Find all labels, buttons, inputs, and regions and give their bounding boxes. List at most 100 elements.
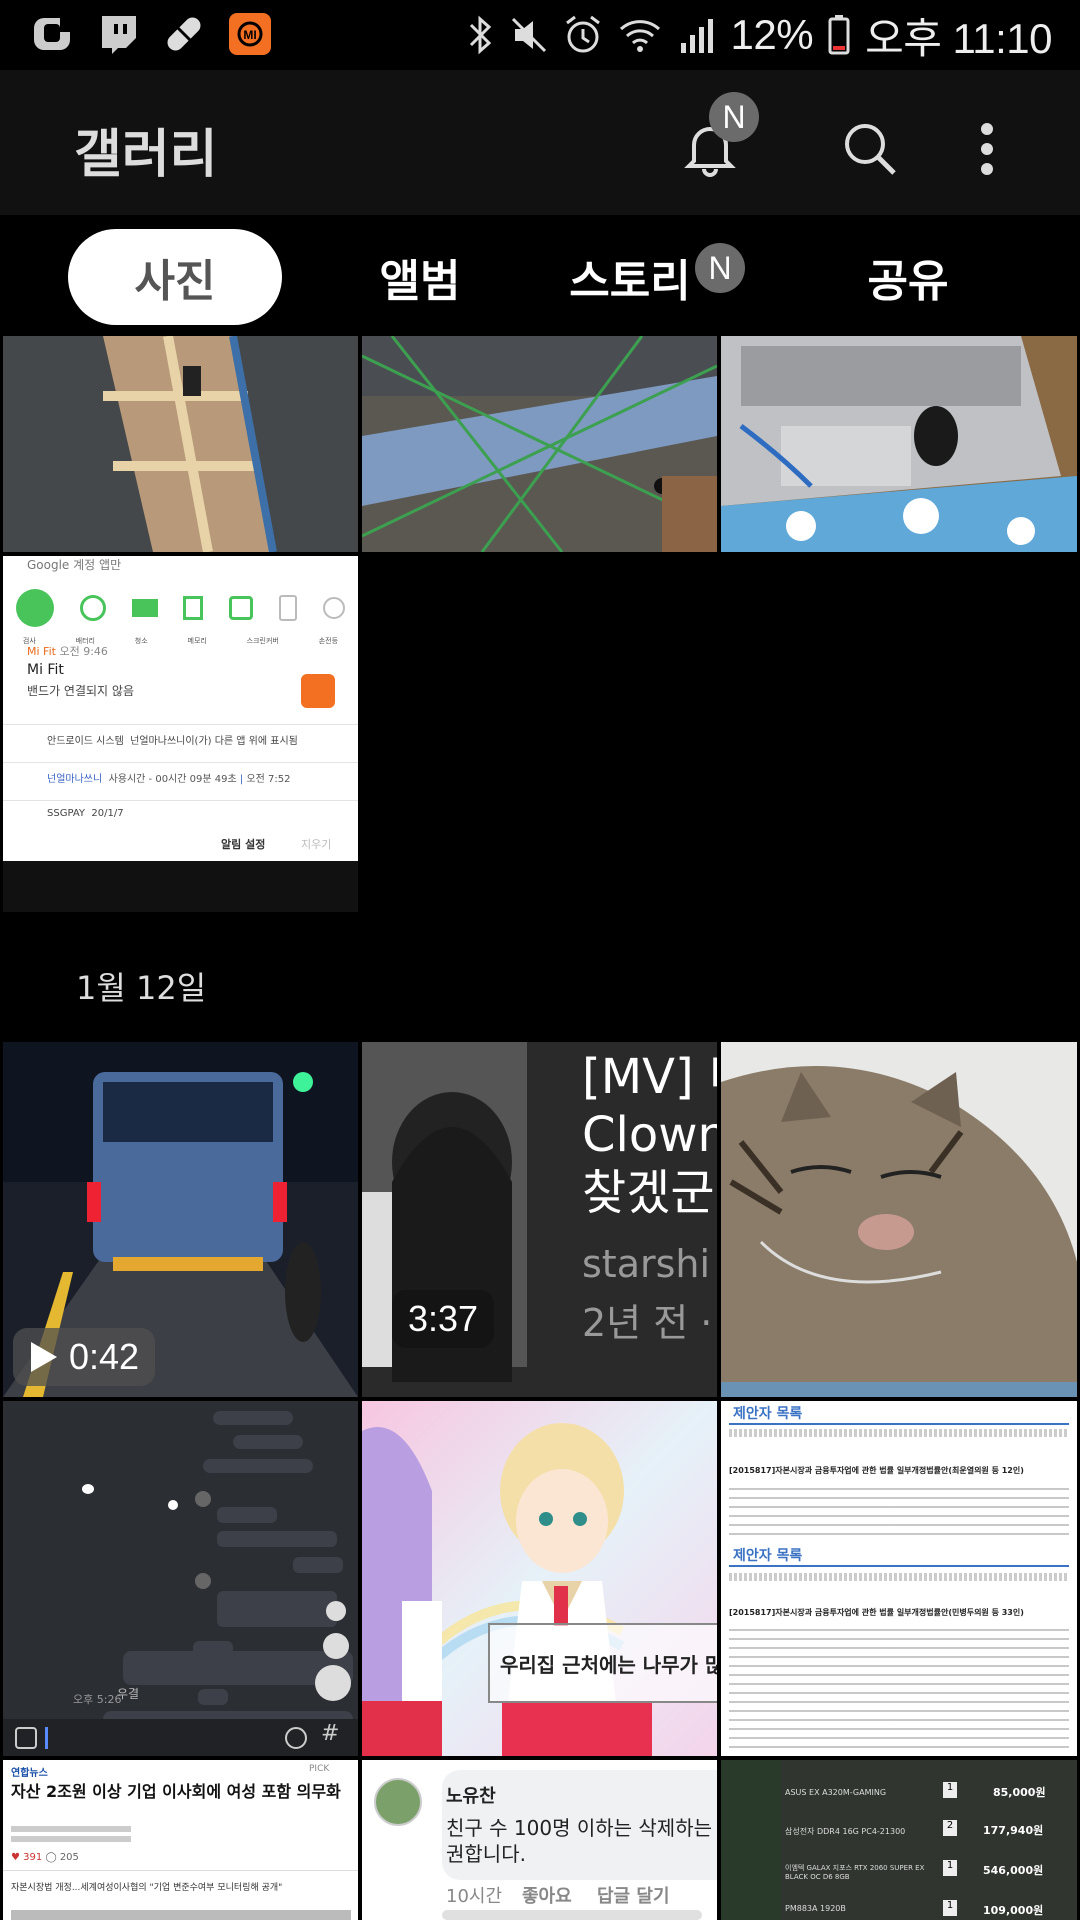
mv-title: [MV] 다 Clown 찾겠군 [582,1049,717,1221]
quick-tool-label: 메모리 [187,637,207,645]
battery-icon [828,15,850,55]
hash-icon: # [321,1721,340,1746]
screenshot-thumbnail[interactable]: 연합뉴스 PICK 자산 2조원 이상 기업 이사회에 여성 포함 의무화 ♥ … [3,1760,358,1920]
battery-percent: 12% [730,11,814,58]
notification-badge: N [709,92,759,142]
photo-thumbnail[interactable] [362,336,717,552]
notif-row-ssgpay: SSGPAY 20/1/7 [47,808,124,819]
notifications-button[interactable]: N [675,92,759,184]
alarm-icon [565,15,600,53]
quick-tool-label: 배터리 [75,637,95,645]
news-likes: ♥ 391 ◯ 205 [11,1852,79,1863]
shop-price: 546,000원 [983,1864,1044,1877]
add-icon [15,1727,37,1749]
tab-sharing[interactable]: 공유 [808,229,1008,325]
clock: 오후 11:10 [865,14,1052,62]
photo-thumbnail[interactable]: 우리집 근처에는 나무가 많아 [362,1401,717,1756]
doc-subheading: [2015817]자본시장과 금융투자업에 관한 법률 일부개정법률안(민병두의… [729,1608,1024,1617]
notif-title: Mi Fit [27,662,64,678]
avatar [374,1778,422,1826]
mute-icon [511,17,546,53]
comment-text: 친구 수 100명 이하는 삭제하는 것 [446,1816,717,1840]
quick-tool-label: 손전등 [318,637,339,645]
chat-time: 오후 5:26 [73,1693,122,1706]
notif-dark-strip [3,861,358,912]
shop-item: PM883A 1920B [785,1904,846,1913]
mv-meta: 2년 전 · [582,1301,713,1345]
more-vertical-icon [981,123,993,175]
tab-bar: 사진 앨범 스토리 N 공유 [0,215,1080,335]
status-bar: MI 12% 오후 11:10 [0,0,1080,70]
comment-text: 권합니다. [446,1842,526,1866]
text-cursor [45,1727,48,1749]
screenshot-thumbnail[interactable]: 우결 오후 5:26 # [3,1401,358,1756]
shop-price: 177,940원 [983,1824,1044,1837]
notif-body: 밴드가 연결되지 않음 [27,684,134,698]
doc-heading: 제안자 목록 [733,1548,803,1564]
video-thumbnail[interactable]: [MV] 다 Clown 찾겠군 starshi 2년 전 · 3:37 [362,1042,717,1397]
rocket-icon [229,596,254,620]
photo-thumbnail[interactable] [721,336,1077,552]
news-headline: 자산 2조원 이상 기업 이사회에 여성 포함 의무화 [11,1782,341,1801]
notif-row-usage: 넌얼마나쓰니 사용시간 - 00시간 09분 49초 | 오전 7:52 [47,774,291,785]
anime-caption: 우리집 근처에는 나무가 많아 [488,1623,717,1703]
shop-price: 85,000원 [993,1786,1046,1799]
bluetooth-icon [469,15,491,55]
battery-tool-icon [131,599,158,617]
search-icon [845,124,896,175]
app-header: 갤러리 N [0,70,1080,215]
emoji-icon [285,1727,307,1749]
quick-tool-label: 청소 [134,637,148,645]
wifi-icon [619,20,660,52]
tab-photos[interactable]: 사진 [68,229,282,325]
scan-icon [79,595,106,621]
date-header: 1월 12일 [76,969,207,1007]
tab-albums[interactable]: 앨범 [320,229,520,325]
news-pick: PICK [309,1764,330,1774]
video-thumbnail[interactable]: 0:42 [3,1042,358,1397]
pill-icon [162,12,206,56]
u-app-icon [30,12,74,56]
tab-stories[interactable]: 스토리 [540,229,720,325]
screenshot-thumbnail[interactable]: 노유찬 친구 수 100명 이하는 삭제하는 것 권합니다. 10시간 좋아요 … [362,1760,717,1920]
screenshot-thumbnail[interactable]: Google 계정 앱만 Mi Fit 오전 9:46 Mi Fit 밴드가 연… [3,556,358,912]
comment-author: 노유찬 [446,1786,496,1807]
shop-item: 이엠텍 GALAX 지포스 RTX 2060 SUPER EX BLACK OC… [785,1864,925,1881]
quick-tools-labels: 검사 배터리 청소 메모리 스크린커버 손전등 [3,636,358,646]
notif-clear: 지우기 [301,838,332,851]
comment-reply: 답글 달기 [597,1886,670,1907]
flashlight-icon [322,597,345,619]
news-sub: 자본시장법 개정...세계여성이사협의 "기업 변준수여부 모니터링해 공개" [11,1883,283,1893]
page-title: 갤러리 [74,125,218,185]
search-button[interactable] [835,114,905,184]
twitch-icon [96,12,140,56]
shop-price: 109,000원 [983,1904,1044,1917]
mv-channel: starshi [582,1242,711,1286]
notif-row-system: 안드로이드 시스템 넌얼마나쓰니이(가) 다른 앱 위에 표시됨 [47,736,298,747]
play-icon [31,1342,57,1372]
doc-subheading: [2015817]자본시장과 금융투자업에 관한 법률 일부개정법률안(최운열의… [729,1466,1024,1475]
mi-icon: MI [228,12,272,56]
trash-icon [183,596,204,620]
news-source: 연합뉴스 [11,1768,48,1779]
notif-settings: 알림 설정 [221,838,266,851]
photo-thumbnail[interactable] [721,1042,1077,1397]
screenshot-thumbnail[interactable]: ASUS EX A320M-GAMING 1 85,000원 삼성전자 DDR4… [721,1760,1077,1920]
quick-tool-label: 스크린커버 [246,637,279,645]
comment-like: 좋아요 [522,1886,572,1907]
video-duration: 0:42 [13,1328,156,1386]
screenshot-thumbnail[interactable]: 제안자 목록 [2015817]자본시장과 금융투자업에 관한 법률 일부개정법… [721,1401,1077,1756]
mi-fit-app-icon [301,674,335,708]
phone-icon [279,595,298,621]
video-duration: 3:37 [392,1290,495,1348]
more-options-button[interactable] [952,114,1022,184]
stories-badge: N [695,243,745,293]
photo-thumbnail[interactable] [3,336,358,552]
cleaner-icon [15,589,54,627]
comment-time: 10시간 [446,1886,503,1907]
quick-tools-row [3,578,358,638]
signal-icon [680,19,713,53]
doc-heading: 제안자 목록 [733,1406,803,1422]
svg-text:MI: MI [243,28,256,42]
shop-item: ASUS EX A320M-GAMING [785,1788,887,1797]
